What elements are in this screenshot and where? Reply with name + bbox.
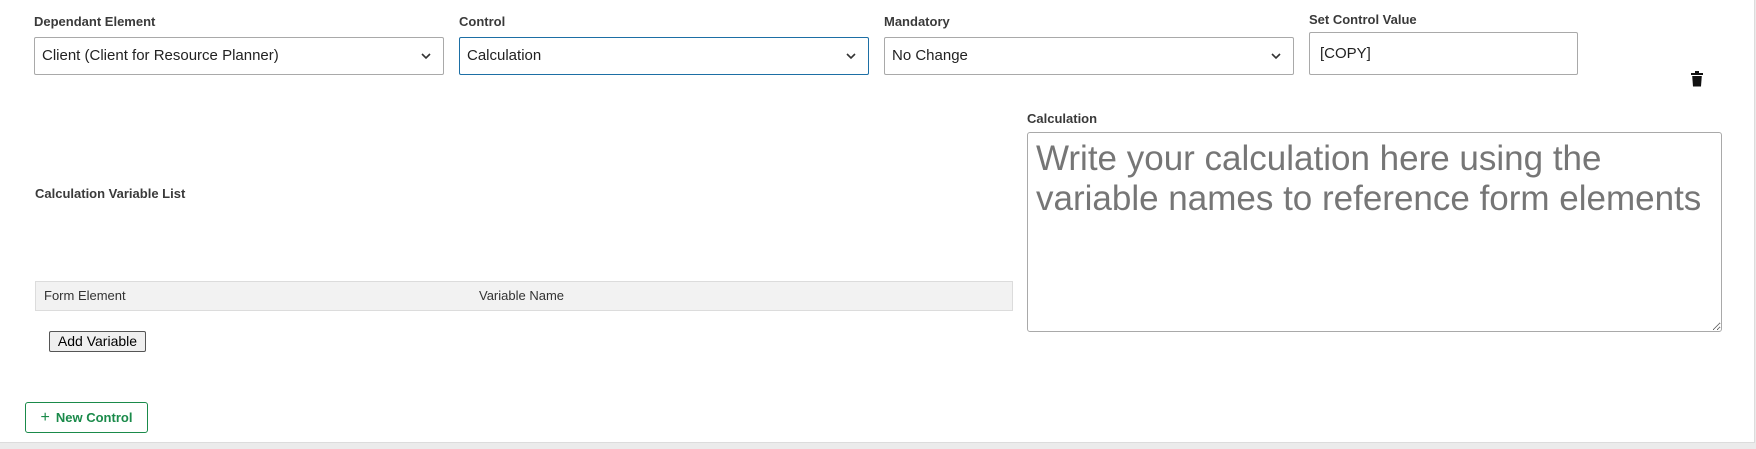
new-control-label: New Control [55,410,133,425]
control-panel: Dependant Element Client (Client for Res… [0,0,1755,443]
chevron-down-icon [421,53,431,60]
dependant-element-select[interactable]: Client (Client for Resource Planner) [34,37,444,75]
control-label: Control [459,14,506,29]
form-element-column-header: Form Element [44,288,126,303]
set-control-value-label: Set Control Value [1309,12,1417,27]
variable-table-header: Form Element Variable Name [35,281,1013,311]
trash-icon[interactable] [1690,71,1704,87]
mandatory-select[interactable]: No Change [884,37,1294,75]
control-select[interactable]: Calculation [459,37,869,75]
add-variable-button[interactable]: Add Variable [49,331,146,352]
dependant-element-label: Dependant Element [34,14,156,29]
mandatory-value: No Change [892,47,968,64]
chevron-down-icon [1271,53,1281,60]
new-control-button[interactable]: + New Control [25,402,148,433]
calculation-variable-list-title: Calculation Variable List [35,186,186,201]
dependant-element-value: Client (Client for Resource Planner) [42,47,279,64]
plus-icon: + [40,409,50,426]
mandatory-label: Mandatory [884,14,950,29]
chevron-down-icon [846,53,856,60]
variable-name-column-header: Variable Name [479,288,565,303]
calculation-textarea[interactable] [1027,132,1722,332]
control-value: Calculation [467,47,542,64]
set-control-value-input[interactable]: [COPY] [1309,32,1578,75]
calculation-label: Calculation [1027,111,1098,126]
